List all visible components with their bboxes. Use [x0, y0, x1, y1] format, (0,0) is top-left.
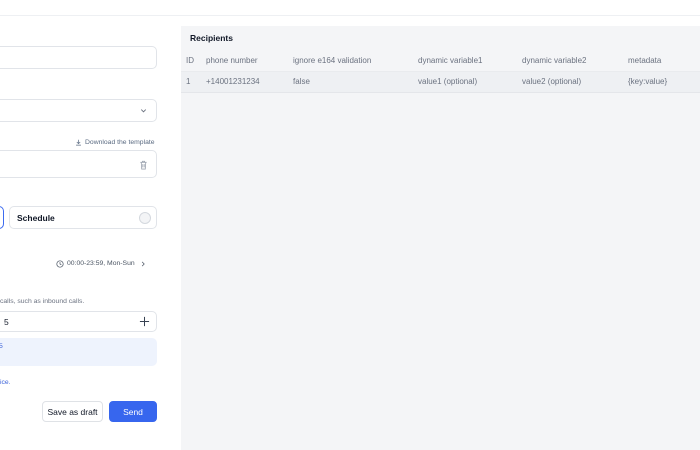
column-header-ignore-validation: ignore e164 validation — [293, 50, 418, 72]
schedule-time-text: 00:00-23:59, Mon-Sun — [67, 260, 135, 267]
column-header-dynamic-variable2: dynamic variable2 — [522, 50, 628, 72]
top-bar — [0, 0, 700, 16]
recipients-table: ID phone number ignore e164 validation d… — [181, 50, 700, 93]
send-now-option[interactable] — [0, 206, 4, 229]
send-button[interactable]: Send — [109, 401, 157, 422]
recipients-title: Recipients — [190, 33, 233, 43]
table-header-row: ID phone number ignore e164 validation d… — [181, 50, 700, 72]
download-icon — [76, 139, 81, 146]
schedule-option-label: Schedule — [17, 212, 55, 223]
schedule-radio[interactable] — [139, 212, 151, 224]
campaign-form: Download the template Schedule 00:00-23:… — [0, 16, 170, 450]
chevron-down-icon — [140, 109, 147, 113]
download-template-label: Download the template — [85, 138, 155, 146]
clock-icon — [56, 259, 64, 268]
campaign-name-input[interactable] — [0, 46, 157, 69]
cell-id: 1 — [181, 71, 206, 93]
concurrency-stepper[interactable]: 5 — [0, 311, 157, 332]
cell-dynamic-variable1: value1 (optional) — [418, 71, 522, 93]
column-header-metadata: metadata — [628, 50, 700, 72]
schedule-option[interactable]: Schedule — [9, 206, 157, 229]
cell-phone-number: +14001231234 — [206, 71, 293, 93]
uploaded-file-field[interactable] — [0, 150, 157, 178]
save-draft-button[interactable]: Save as draft — [42, 401, 103, 422]
chevron-right-icon — [141, 261, 145, 266]
phone-number-select[interactable] — [0, 99, 157, 122]
plus-icon[interactable] — [139, 316, 150, 327]
table-row[interactable]: 1 +14001231234 false value1 (optional) v… — [181, 71, 700, 93]
footer-link[interactable]: ice. — [0, 379, 11, 386]
concurrency-info-banner: 5 — [0, 338, 157, 366]
concurrency-value: 5 — [4, 317, 9, 327]
column-header-dynamic-variable1: dynamic variable1 — [418, 50, 522, 72]
concurrency-info-text: 5 — [0, 343, 3, 350]
cell-metadata: {key:value} — [628, 71, 700, 93]
concurrency-hint: calls, such as inbound calls. — [0, 298, 85, 305]
column-header-id: ID — [181, 50, 206, 72]
download-template-link[interactable]: Download the template — [75, 137, 155, 147]
recipients-panel: Recipients ID phone number ignore e164 v… — [181, 26, 700, 450]
column-header-phone-number: phone number — [206, 50, 293, 72]
cell-dynamic-variable2: value2 (optional) — [522, 71, 628, 93]
trash-icon[interactable] — [139, 160, 148, 170]
schedule-time-selector[interactable]: 00:00-23:59, Mon-Sun — [56, 257, 146, 270]
cell-ignore-validation: false — [293, 71, 418, 93]
